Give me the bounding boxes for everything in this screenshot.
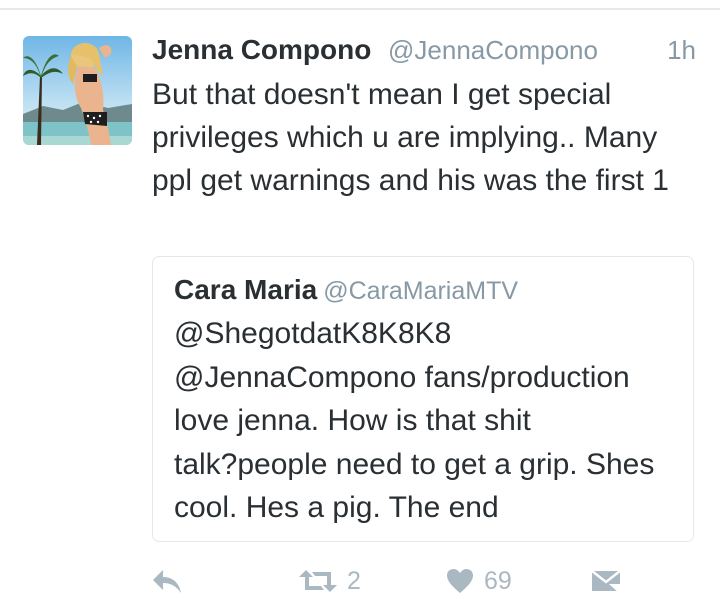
quoted-author-name: Cara Maria: [174, 274, 318, 305]
heart-icon: [447, 569, 473, 593]
reply-icon: [153, 570, 181, 593]
tweet-text: But that doesn't mean I get special priv…: [152, 78, 669, 197]
quoted-text-line: love jenna. How is that shit: [174, 404, 531, 437]
like-button[interactable]: 69: [446, 563, 512, 599]
direct-message-icon: [591, 570, 621, 594]
quoted-tweet-text: @ShegotdatK8K8K8 @JennaCompono fans/prod…: [174, 312, 684, 530]
avatar[interactable]: [23, 36, 132, 145]
quoted-text-line: @JennaCompono fans/production: [174, 360, 630, 394]
retweet-icon: [299, 570, 337, 592]
quoted-tweet[interactable]: Cara Maria @CaraMariaMTV @ShegotdatK8K8K8…: [152, 256, 694, 542]
tweet-actions: 2 69: [0, 563, 720, 599]
reply-button[interactable]: [151, 563, 183, 599]
quoted-tweet-header: Cara Maria @CaraMariaMTV: [174, 271, 518, 309]
tweet[interactable]: Jenna Compono @JennaCompono 1h But that …: [0, 10, 720, 606]
author-name[interactable]: Jenna Compono: [152, 31, 371, 69]
like-count: 69: [484, 566, 512, 595]
quoted-text-line: cool. Hes a pig. The end: [174, 491, 499, 524]
quoted-text-line: @ShegotdatK8K8K8: [174, 317, 452, 350]
tweet-header: Jenna Compono @JennaCompono 1h: [152, 31, 700, 69]
direct-message-button[interactable]: [591, 563, 621, 599]
retweet-count: 2: [347, 566, 361, 595]
timestamp[interactable]: 1h: [667, 31, 696, 69]
quoted-text-line: talk?people need to get a grip. Shes: [174, 447, 655, 481]
avatar-photo: [23, 36, 132, 145]
tweet-screen: Jenna Compono @JennaCompono 1h But that …: [0, 0, 720, 606]
retweet-button[interactable]: 2: [299, 563, 361, 599]
quoted-author-handle: @CaraMariaMTV: [323, 277, 519, 305]
author-handle[interactable]: @JennaCompono: [388, 31, 598, 69]
